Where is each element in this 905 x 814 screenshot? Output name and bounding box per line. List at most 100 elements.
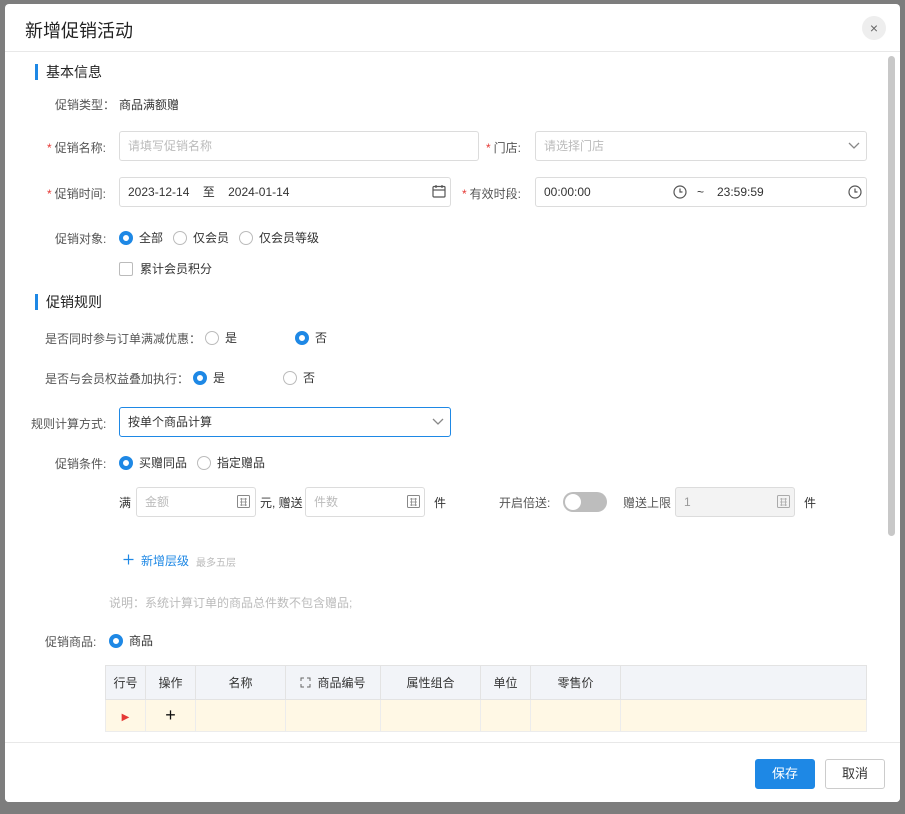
radio-order-discount-yes[interactable]: 是 [205, 329, 237, 346]
promo-name-label: 促销名称: [47, 139, 106, 156]
radio-condition-same-goods[interactable]: 买赠同品 [119, 454, 187, 471]
target-label: 促销对象: [55, 232, 107, 246]
calculator-icon [777, 495, 790, 508]
row-pointer: ▶ [105, 699, 146, 732]
checkbox-box [119, 261, 133, 276]
radio-dot [295, 330, 309, 345]
radio-label: 是 [213, 371, 226, 385]
col-attributes: 属性组合 [380, 665, 481, 700]
toggle-knob [565, 494, 581, 510]
dialog-body: 基本信息 促销类型： 商品满额赠 促销名称: 请填写促销名称 门店: 请选择门店… [5, 53, 900, 741]
promo-type-label: 促销类型： [55, 98, 116, 112]
radio-target-all[interactable]: 全部 [119, 229, 163, 246]
member-benefit-label: 是否与会员权益叠加执行： [45, 372, 190, 386]
time-start: 00:00:00 [544, 185, 591, 199]
date-separator: 至 [202, 185, 215, 199]
radio-label: 否 [315, 331, 328, 345]
radio-label: 仅会员等级 [259, 231, 320, 245]
calc-method-label: 规则计算方式: [31, 417, 107, 431]
close-button[interactable]: × [862, 16, 886, 40]
promo-goods-label: 促销商品: [45, 635, 97, 649]
radio-member-benefit-no[interactable]: 否 [283, 369, 315, 386]
valid-period-label: 有效时段: [462, 185, 521, 202]
col-row-no: 行号 [105, 665, 146, 700]
accumulate-points-checkbox[interactable]: 累计会员积分 [119, 260, 212, 277]
calc-method-select[interactable]: 按单个商品计算 [119, 407, 451, 437]
order-discount-label: 是否同时参与订单满减优惠： [45, 332, 202, 346]
col-goods-code[interactable]: 商品编号 [285, 665, 381, 700]
chevron-down-icon [432, 418, 444, 425]
col-actions: 操作 [145, 665, 196, 700]
radio-label: 商品 [129, 634, 154, 648]
cell-spacer [620, 699, 867, 732]
radio-dot [283, 370, 297, 385]
radio-dot [239, 230, 253, 245]
dialog-footer: 保存 取消 [5, 742, 900, 802]
piece-label: 件 [434, 496, 447, 510]
vertical-scrollbar[interactable] [888, 56, 895, 536]
promo-name-input[interactable]: 请填写促销名称 [119, 131, 479, 161]
radio-label: 指定赠品 [217, 456, 266, 470]
col-goods-code-label: 商品编号 [317, 676, 366, 690]
date-start: 2023-12-14 [128, 185, 190, 199]
clock-icon[interactable] [673, 185, 687, 199]
multiple-gift-label: 开启倍送: [499, 496, 551, 510]
radio-dot [109, 633, 123, 648]
add-level-link[interactable]: 新增层级 [141, 552, 189, 569]
save-button[interactable]: 保存 [755, 759, 815, 789]
time-separator: ~ [697, 185, 705, 199]
cell-attributes[interactable] [380, 699, 481, 732]
multiple-gift-toggle[interactable] [563, 492, 607, 512]
radio-target-member-levels[interactable]: 仅会员等级 [239, 229, 319, 246]
cell-name[interactable] [195, 699, 286, 732]
clock-icon[interactable] [848, 185, 862, 199]
close-icon: × [869, 20, 879, 36]
checkbox-label: 累计会员积分 [140, 262, 213, 276]
radio-dot [205, 330, 219, 345]
radio-dot [193, 370, 207, 385]
col-unit: 单位 [480, 665, 531, 700]
radio-condition-specified-gift[interactable]: 指定赠品 [197, 454, 265, 471]
chevron-down-icon [848, 142, 860, 149]
radio-order-discount-no[interactable]: 否 [295, 329, 327, 346]
col-name: 名称 [195, 665, 286, 700]
promo-time-label: 促销时间: [47, 185, 106, 202]
yuan-gift-label: 元, 赠送 [260, 496, 303, 510]
row-pointer-icon: ▶ [121, 711, 130, 723]
date-end: 2024-01-14 [228, 185, 290, 199]
calculator-icon [237, 495, 250, 508]
table-header-row: 行号 操作 名称 商品编号 属性组合 单位 零售价 [105, 665, 867, 700]
store-label: 门店: [486, 139, 521, 156]
radio-dot [119, 455, 133, 470]
radio-label: 全部 [139, 231, 164, 245]
promo-type-value: 商品满额赠 [119, 98, 180, 112]
add-level-hint: 最多五层 [196, 558, 236, 569]
cancel-button[interactable]: 取消 [825, 759, 885, 789]
row-add-cell[interactable]: + [145, 699, 196, 732]
column-filter-icon[interactable] [300, 677, 311, 688]
radio-dot [197, 455, 211, 470]
plus-icon[interactable] [123, 554, 134, 565]
goods-table: 行号 操作 名称 商品编号 属性组合 单位 零售价 ▶ + [105, 665, 867, 732]
plus-icon[interactable]: + [165, 705, 176, 725]
radio-target-members[interactable]: 仅会员 [173, 229, 229, 246]
piece-label-2: 件 [804, 496, 817, 510]
cell-unit[interactable] [480, 699, 531, 732]
promo-date-range-input[interactable]: 2023-12-14 至 2024-01-14 [119, 177, 451, 207]
table-row: ▶ + [105, 699, 867, 732]
calendar-icon[interactable] [432, 184, 446, 198]
radio-member-benefit-yes[interactable]: 是 [193, 369, 225, 386]
dialog-title: 新增促销活动 [25, 21, 133, 41]
valid-period-input[interactable]: 00:00:00 ~ 23:59:59 [535, 177, 867, 207]
radio-goods[interactable]: 商品 [109, 632, 153, 649]
store-select[interactable]: 请选择门店 [535, 131, 867, 161]
cell-goods-code[interactable] [285, 699, 381, 732]
time-end: 23:59:59 [717, 185, 764, 199]
dialog-header: 新增促销活动 × [5, 4, 900, 52]
section-basic-info: 基本信息 [35, 64, 102, 80]
add-promotion-dialog: 新增促销活动 × 基本信息 促销类型： 商品满额赠 促销名称: 请填写促销名称 … [5, 4, 900, 802]
cell-retail-price[interactable] [530, 699, 621, 732]
condition-label: 促销条件: [55, 457, 107, 471]
radio-label: 否 [303, 371, 316, 385]
col-spacer [620, 665, 867, 700]
